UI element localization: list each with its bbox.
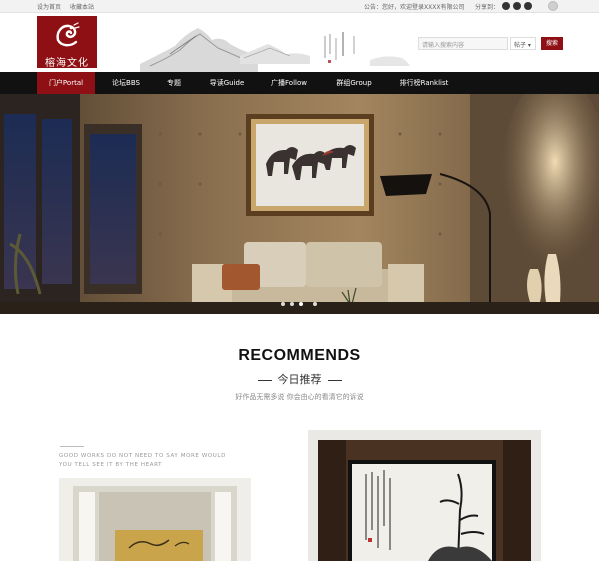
set-home-link[interactable]: 设为首页: [37, 4, 61, 11]
room-artwork-image: [59, 478, 251, 561]
recommends-subtitle-row: 今日推荐: [0, 371, 599, 387]
search-scope-select[interactable]: 帖子 ▾: [510, 37, 536, 50]
slider-dots: [0, 302, 599, 308]
search-input[interactable]: 请输入搜索内容: [418, 37, 508, 50]
slider-dot-2[interactable]: [290, 302, 294, 306]
user-avatar-icon[interactable]: [548, 1, 558, 11]
search-button[interactable]: 搜索: [541, 37, 563, 50]
weibo-icon[interactable]: [502, 2, 510, 10]
main-nav: 门户Portal 论坛BBS 专题 导读Guide 广播Follow 群组Gro…: [0, 72, 599, 94]
recommends-subtitle: 今日推荐: [277, 373, 322, 386]
qq-icon[interactable]: [513, 2, 521, 10]
nav-item-topics[interactable]: 专题: [155, 72, 193, 94]
works-divider: [60, 446, 84, 447]
top-links: 设为首页 收藏本站: [37, 2, 101, 11]
works-tagline-line2: YOU TELL SEE IT BY THE HEART: [59, 462, 163, 468]
framed-ink-painting-image: [308, 430, 541, 561]
divider-left: [257, 379, 272, 381]
living-room-scene: [0, 94, 599, 314]
recommend-card-right[interactable]: [308, 430, 541, 561]
top-bar: 设为首页 收藏本站 公告：您好，欢迎登录XXXX有限公司 分享到：: [0, 0, 599, 13]
works-tagline-line1: GOOD WORKS DO NOT NEED TO SAY MORE WOULD: [59, 453, 226, 459]
notice-text: 公告：您好，欢迎登录XXXX有限公司: [364, 4, 465, 11]
site-logo[interactable]: 榕海文化: [37, 16, 97, 69]
works-tagline: GOOD WORKS DO NOT NEED TO SAY MORE WOULD…: [59, 452, 226, 470]
slider-dot-1[interactable]: [281, 302, 285, 306]
hero-banner[interactable]: [0, 94, 599, 314]
share-label: 分享到：: [475, 4, 500, 11]
page: 设为首页 收藏本站 公告：您好，欢迎登录XXXX有限公司 分享到： 榕海文化 请…: [0, 0, 599, 561]
divider-right: [327, 379, 342, 381]
slider-dot-3[interactable]: [299, 302, 303, 306]
nav-item-follow[interactable]: 广播Follow: [260, 72, 318, 94]
nav-item-group[interactable]: 群组Group: [325, 72, 383, 94]
slider-dot-4[interactable]: [313, 302, 317, 306]
recommends-description: 好作品无需多说 你会由心的看清它的诉说: [235, 393, 364, 401]
nav-item-portal[interactable]: 门户Portal: [37, 72, 95, 94]
recommends-title: RECOMMENDS: [238, 347, 361, 364]
nav-item-ranklist[interactable]: 排行榜Ranklist: [393, 72, 455, 94]
logo-text: 榕海文化: [45, 58, 89, 69]
bookmark-link[interactable]: 收藏本站: [70, 4, 94, 11]
nav-item-guide[interactable]: 导读Guide: [200, 72, 254, 94]
ink-landscape-banner: [140, 28, 410, 72]
wechat-icon[interactable]: [524, 2, 532, 10]
dragon-logo-icon: [56, 22, 80, 47]
nav-item-bbs[interactable]: 论坛BBS: [100, 72, 152, 94]
header: 榕海文化 请输入搜索内容 帖子 ▾ 搜索: [0, 14, 599, 72]
recommend-card-left[interactable]: [59, 478, 251, 561]
